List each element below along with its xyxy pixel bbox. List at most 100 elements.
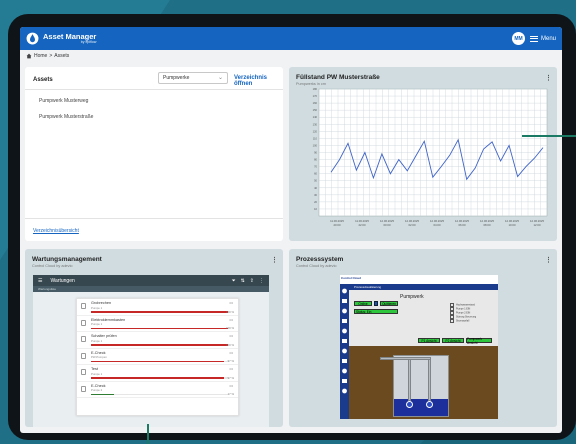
task-progress-bar (91, 360, 228, 362)
x-tick-label: 02:00 (409, 223, 416, 227)
task-progress-percent: 97 % (227, 375, 234, 380)
hamburger-icon (529, 35, 538, 42)
maintenance-app-mockup: ☰ Wartungen ⏷ ⇅ ⇪ ⋮ Wartungsliste Grobre… (33, 275, 269, 427)
y-tick-label: 80 (314, 158, 317, 162)
more-horiz-icon[interactable]: ••• (229, 318, 233, 322)
pump-2-icon[interactable] (426, 401, 433, 408)
maintenance-task-row[interactable]: E-Check PW-Pumpen ••• 97 % (77, 349, 238, 365)
y-tick-label: 180 (313, 87, 318, 91)
share-icon[interactable]: ⇪ (250, 278, 254, 284)
task-name: E-Check (91, 383, 106, 388)
task-progress-fill (91, 360, 224, 362)
x-tick-label: 08:00 (484, 223, 491, 227)
task-progress-bar (91, 393, 228, 395)
more-horiz-icon[interactable]: ••• (229, 367, 233, 371)
task-name: E-Check (91, 350, 106, 355)
app-screen: Asset Manager by epiflow MM Menu Home > … (20, 27, 562, 433)
x-tick-label: 04:00 (434, 223, 441, 227)
sort-icon[interactable]: ⇅ (241, 278, 245, 284)
open-directory-link[interactable]: Verzeichnis öffnen (234, 75, 283, 87)
y-tick-label: 140 (313, 115, 318, 119)
task-detail: PW-Pumpen (91, 355, 107, 359)
breadcrumb-separator: > (49, 53, 53, 59)
p1-view-button[interactable]: P1 Ansicht (418, 338, 440, 343)
task-detail: Pumpe 1 (91, 322, 103, 326)
top-bar: Asset Manager by epiflow MM Menu (20, 27, 562, 50)
task-detail: Pumpe 2 (91, 388, 103, 392)
more-horiz-icon[interactable]: ••• (229, 351, 233, 355)
maintenance-task-row[interactable]: Schalter prüfen Pumpe 1 ••• 100 % (77, 332, 238, 349)
more-horiz-icon[interactable]: ••• (229, 334, 233, 338)
y-tick-label: 10 (314, 207, 317, 211)
clipboard-icon (81, 336, 86, 342)
user-avatar[interactable]: MM (511, 32, 525, 45)
status-field: Status: Ein (354, 309, 398, 314)
online-button[interactable]: Online (354, 301, 372, 306)
x-tick-label: 20:00 (334, 223, 341, 227)
clipboard-icon (81, 352, 86, 359)
clipboard-icon (81, 319, 86, 326)
clipboard-icon (81, 385, 86, 392)
task-name: Test (91, 367, 98, 371)
y-tick-label: 160 (313, 101, 318, 105)
maintenance-task-list: Grobrechen Pumpe 1 ••• 100 % Elektroklemmkas… (76, 298, 239, 416)
y-tick-label: 30 (314, 193, 317, 197)
p2-view-button[interactable]: P2 Ansicht (442, 338, 464, 343)
menu-button[interactable]: Menu (529, 35, 556, 42)
maintenance-title: Wartungsmanagement (32, 256, 102, 263)
pipe (380, 357, 431, 360)
hamburger-icon[interactable]: ☰ (38, 278, 42, 284)
asset-item-1[interactable]: Pumpwerk Musterweg (39, 98, 88, 104)
more-vert-icon[interactable]: ⋮ (545, 256, 552, 264)
y-tick-label: 120 (313, 129, 318, 133)
asset-item-2[interactable]: Pumpwerk Musterstraße (39, 114, 93, 120)
more-horiz-icon[interactable]: ••• (229, 301, 233, 305)
chevron-down-icon: ⌄ (217, 75, 223, 81)
more-horiz-icon[interactable]: ••• (229, 384, 233, 388)
task-detail: Pumpe 1 (91, 305, 103, 310)
maintenance-app-bar: ☰ Wartungen ⏷ ⇅ ⇪ ⋮ (33, 275, 269, 286)
app-logo[interactable]: Asset Manager by epiflow (26, 31, 96, 46)
status-indicator (374, 301, 378, 306)
task-progress-fill (91, 344, 228, 346)
maintenance-task-row[interactable]: Elektroklemmkasten Pumpe 1 ••• 100 % (77, 316, 238, 332)
task-progress-bar (91, 327, 228, 329)
maintenance-subtitle: Control Cloud by adevio (32, 264, 73, 268)
process-tab[interactable]: Prozessvisualisierung (349, 285, 498, 290)
breadcrumb: Home > Assets (20, 50, 562, 62)
fill-level-chart-panel: Füllstand PW Musterstraße Pumpwerks in c… (289, 67, 557, 241)
y-tick-label: 20 (314, 200, 317, 204)
y-tick-label: 60 (314, 172, 317, 176)
process-sidebar (340, 285, 349, 419)
process-screen-title: Pumpwerk (400, 294, 424, 300)
asset-type-select[interactable]: Pumpwerke ⌄ (158, 72, 228, 84)
x-tick-label: 12:00 (534, 223, 541, 227)
pipe (408, 357, 411, 401)
filter-icon[interactable]: ⏷ (232, 278, 236, 284)
maintenance-task-row[interactable]: Test Pumpe 1 ••• 97 % (77, 365, 238, 382)
assets-panel: Assets Pumpwerke ⌄ Verzeichnis öffnen Pu… (25, 67, 283, 241)
process-nav-icons[interactable] (340, 285, 349, 419)
process-brand: Control Cloud (341, 276, 361, 280)
y-tick-label: 110 (313, 136, 318, 140)
menu-label: Menu (540, 35, 556, 42)
pump-1-icon[interactable] (406, 401, 413, 408)
breadcrumb-home[interactable]: Home (34, 53, 47, 59)
x-tick-label: 06:00 (459, 223, 466, 227)
y-tick-label: 100 (313, 143, 318, 147)
process-visualisation-mockup: Control Cloud Prozessvisualisierung Pump… (340, 275, 498, 419)
water-drop-icon (26, 32, 39, 45)
task-detail: Pumpe 1 (91, 338, 103, 343)
more-vert-icon[interactable]: ⋮ (271, 256, 278, 264)
acknowledge-button[interactable]: Quittieren (380, 301, 398, 306)
y-tick-label: 70 (314, 165, 317, 169)
maintenance-task-row[interactable]: Grobrechen Pumpe 1 ••• 100 % (77, 299, 238, 316)
directory-overview-link[interactable]: Verzeichnisübersicht (33, 228, 79, 234)
home-icon[interactable] (26, 53, 32, 59)
pump-station-view-button[interactable]: Pumpwerk Ansicht (466, 337, 492, 345)
maintenance-task-row[interactable]: E-Check Pumpe 2 ••• 17 % (77, 382, 238, 398)
y-tick-label: 170 (313, 94, 318, 98)
more-vert-icon[interactable]: ⋮ (259, 278, 264, 284)
y-tick-label: 150 (313, 108, 318, 112)
clipboard-icon (81, 303, 86, 309)
